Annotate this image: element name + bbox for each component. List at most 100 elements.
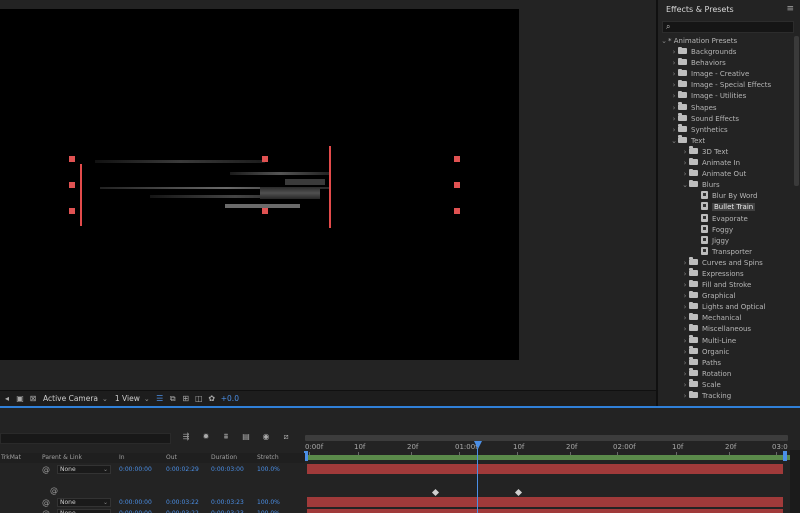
preset-item[interactable]: Evaporate [658, 213, 794, 225]
chevron-down-icon[interactable]: ⌄ [670, 136, 678, 147]
parent-dropdown[interactable]: None⌄ [57, 465, 111, 474]
tree-folder[interactable]: › Graphical [658, 290, 794, 302]
chevron-right-icon[interactable]: › [681, 380, 689, 391]
chevron-right-icon[interactable]: › [670, 103, 678, 114]
flowchart-icon[interactable]: ⊞ [181, 394, 191, 404]
chevron-right-icon[interactable]: › [681, 313, 689, 324]
preset-item[interactable]: Jiggy [658, 235, 794, 247]
selection-handle[interactable] [69, 208, 75, 214]
parent-dropdown[interactable]: None⌄ [57, 509, 111, 513]
selection-handle[interactable] [262, 208, 268, 214]
tree-folder[interactable]: › Image - Special Effects [658, 79, 794, 91]
col-out[interactable]: Out [166, 454, 177, 461]
tree-folder[interactable]: › Sound Effects [658, 113, 794, 125]
chevron-right-icon[interactable]: › [670, 114, 678, 125]
keyframe[interactable] [431, 488, 440, 497]
layer-stretch[interactable]: 100.0% [257, 466, 280, 473]
work-area-end-handle[interactable] [783, 451, 787, 461]
tree-folder[interactable]: › Expressions [658, 268, 794, 280]
layer-in[interactable]: 0:00:00:00 [119, 466, 152, 473]
chevron-right-icon[interactable]: › [681, 391, 689, 402]
timeline-scrollbar[interactable] [790, 450, 800, 513]
composition-viewer[interactable]: ◂ ▣ ⊠ Active Camera ⌄ 1 View ⌄ ☰ ⧉ ⊞ ◫ ✿… [0, 0, 656, 406]
view-layout-dropdown[interactable]: 1 View ⌄ [113, 393, 152, 405]
playhead-line[interactable] [477, 448, 478, 513]
tree-folder[interactable]: ⌄ Text [658, 135, 794, 147]
fast-preview-icon[interactable]: ▣ [15, 394, 25, 404]
chevron-right-icon[interactable]: › [670, 125, 678, 136]
col-parent-link[interactable]: Parent & Link [42, 454, 82, 461]
shy-layers-icon[interactable]: ⩩ [220, 432, 232, 442]
pick-whip-icon[interactable]: @ [42, 498, 50, 507]
time-ruler[interactable]: 0:00f 10f 20f 01:00f 10f 20f 02:00f 10f 20f 03:0 [305, 433, 790, 456]
playhead-handle[interactable] [474, 441, 482, 449]
preset-item[interactable]: Bullet Train [658, 202, 794, 213]
tree-folder[interactable]: › Tracking [658, 390, 794, 402]
selection-handle[interactable] [454, 182, 460, 188]
layer-out[interactable]: 0:00:02:29 [166, 466, 199, 473]
tree-folder[interactable]: ⌄* Animation Presets [658, 36, 794, 47]
tree-folder[interactable]: › Image - Utilities [658, 90, 794, 102]
layer-out[interactable]: 0:00:03:22 [166, 499, 199, 506]
tree-folder[interactable]: › Miscellaneous [658, 323, 794, 335]
chevron-right-icon[interactable]: › [681, 358, 689, 369]
layer-duration[interactable]: 0:00:03:23 [211, 499, 244, 506]
composition-canvas[interactable] [0, 9, 519, 360]
chevron-right-icon[interactable]: › [681, 347, 689, 358]
chevron-down-icon[interactable]: ⌄ [660, 36, 668, 47]
chevron-right-icon[interactable]: › [681, 369, 689, 380]
draft-3d-icon[interactable]: ✹ [200, 432, 212, 442]
chevron-right-icon[interactable]: › [681, 324, 689, 335]
tree-folder[interactable]: › Multi-Line [658, 335, 794, 347]
expand-icon[interactable]: ◂ [2, 394, 12, 404]
chevron-right-icon[interactable]: › [681, 258, 689, 269]
chevron-right-icon[interactable]: › [670, 47, 678, 58]
effects-search-input[interactable]: ⌕ [662, 21, 794, 33]
layer-row[interactable]: @ None⌄ 0:00:00:00 0:00:03:22 0:00:03:23 100.… [0, 497, 305, 508]
tree-folder[interactable]: › 3D Text [658, 146, 794, 158]
selection-handle[interactable] [69, 182, 75, 188]
preset-item[interactable]: Foggy [658, 224, 794, 236]
preset-item[interactable]: Blur By Word [658, 191, 794, 202]
layer-track-bar[interactable] [307, 509, 783, 513]
tree-folder[interactable]: › Paths [658, 357, 794, 369]
tree-folder[interactable]: › Animate Out [658, 168, 794, 180]
layer-row[interactable]: @None⌄0:00:00:000:00:03:220:00:03:23100.… [0, 508, 305, 513]
keyframe[interactable] [514, 488, 523, 497]
layer-stretch[interactable]: 100.0% [257, 499, 280, 506]
preset-item[interactable]: Transporter [658, 246, 794, 258]
tree-folder[interactable]: › Rotation [658, 368, 794, 380]
tree-folder[interactable]: › Behaviors [658, 57, 794, 69]
tree-folder[interactable]: › Animate In [658, 157, 794, 169]
layer-in[interactable]: 0:00:00:00 [119, 499, 152, 506]
layer-duration[interactable]: 0:00:03:00 [211, 466, 244, 473]
graph-editor-icon[interactable]: ⧄ [280, 432, 292, 442]
tree-folder[interactable]: › Image - Creative [658, 68, 794, 80]
parent-dropdown[interactable]: None⌄ [57, 498, 111, 507]
camera-dropdown[interactable]: Active Camera ⌄ [41, 393, 110, 405]
composition-flow-icon[interactable]: ⇶ [180, 432, 192, 442]
hamburger-icon[interactable]: ≡ [786, 4, 794, 14]
tree-folder[interactable]: › Lights and Optical [658, 301, 794, 313]
chevron-right-icon[interactable]: › [681, 291, 689, 302]
tree-folder[interactable]: › Shapes [658, 102, 794, 114]
tree-folder[interactable]: › Synthetics [658, 124, 794, 136]
tree-folder[interactable]: › Backgrounds [658, 46, 794, 58]
layer-track-bar[interactable] [307, 497, 783, 507]
col-stretch[interactable]: Stretch [257, 454, 279, 461]
layer-row[interactable]: @ None ⌄ 0:00:00:00 0:00:02:29 0:00:03:00 100.… [0, 464, 305, 475]
tree-folder[interactable]: › Curves and Spins [658, 257, 794, 269]
chevron-right-icon[interactable]: › [670, 91, 678, 102]
toggle-pixel-aspect-icon[interactable]: ☰ [155, 394, 165, 404]
tree-folder[interactable]: › Organic [658, 346, 794, 358]
selection-handle[interactable] [454, 156, 460, 162]
pick-whip-icon[interactable]: @ [50, 486, 58, 495]
selection-handle[interactable] [69, 156, 75, 162]
color-settings-icon[interactable]: ✿ [207, 394, 217, 404]
chevron-right-icon[interactable]: › [670, 58, 678, 69]
tree-folder[interactable]: ⌄ Blurs [658, 179, 794, 191]
col-in[interactable]: In [119, 454, 125, 461]
draft-3d-icon[interactable]: ⧉ [168, 394, 178, 404]
frame-blending-icon[interactable]: ▤ [240, 432, 252, 442]
chevron-right-icon[interactable]: › [681, 269, 689, 280]
